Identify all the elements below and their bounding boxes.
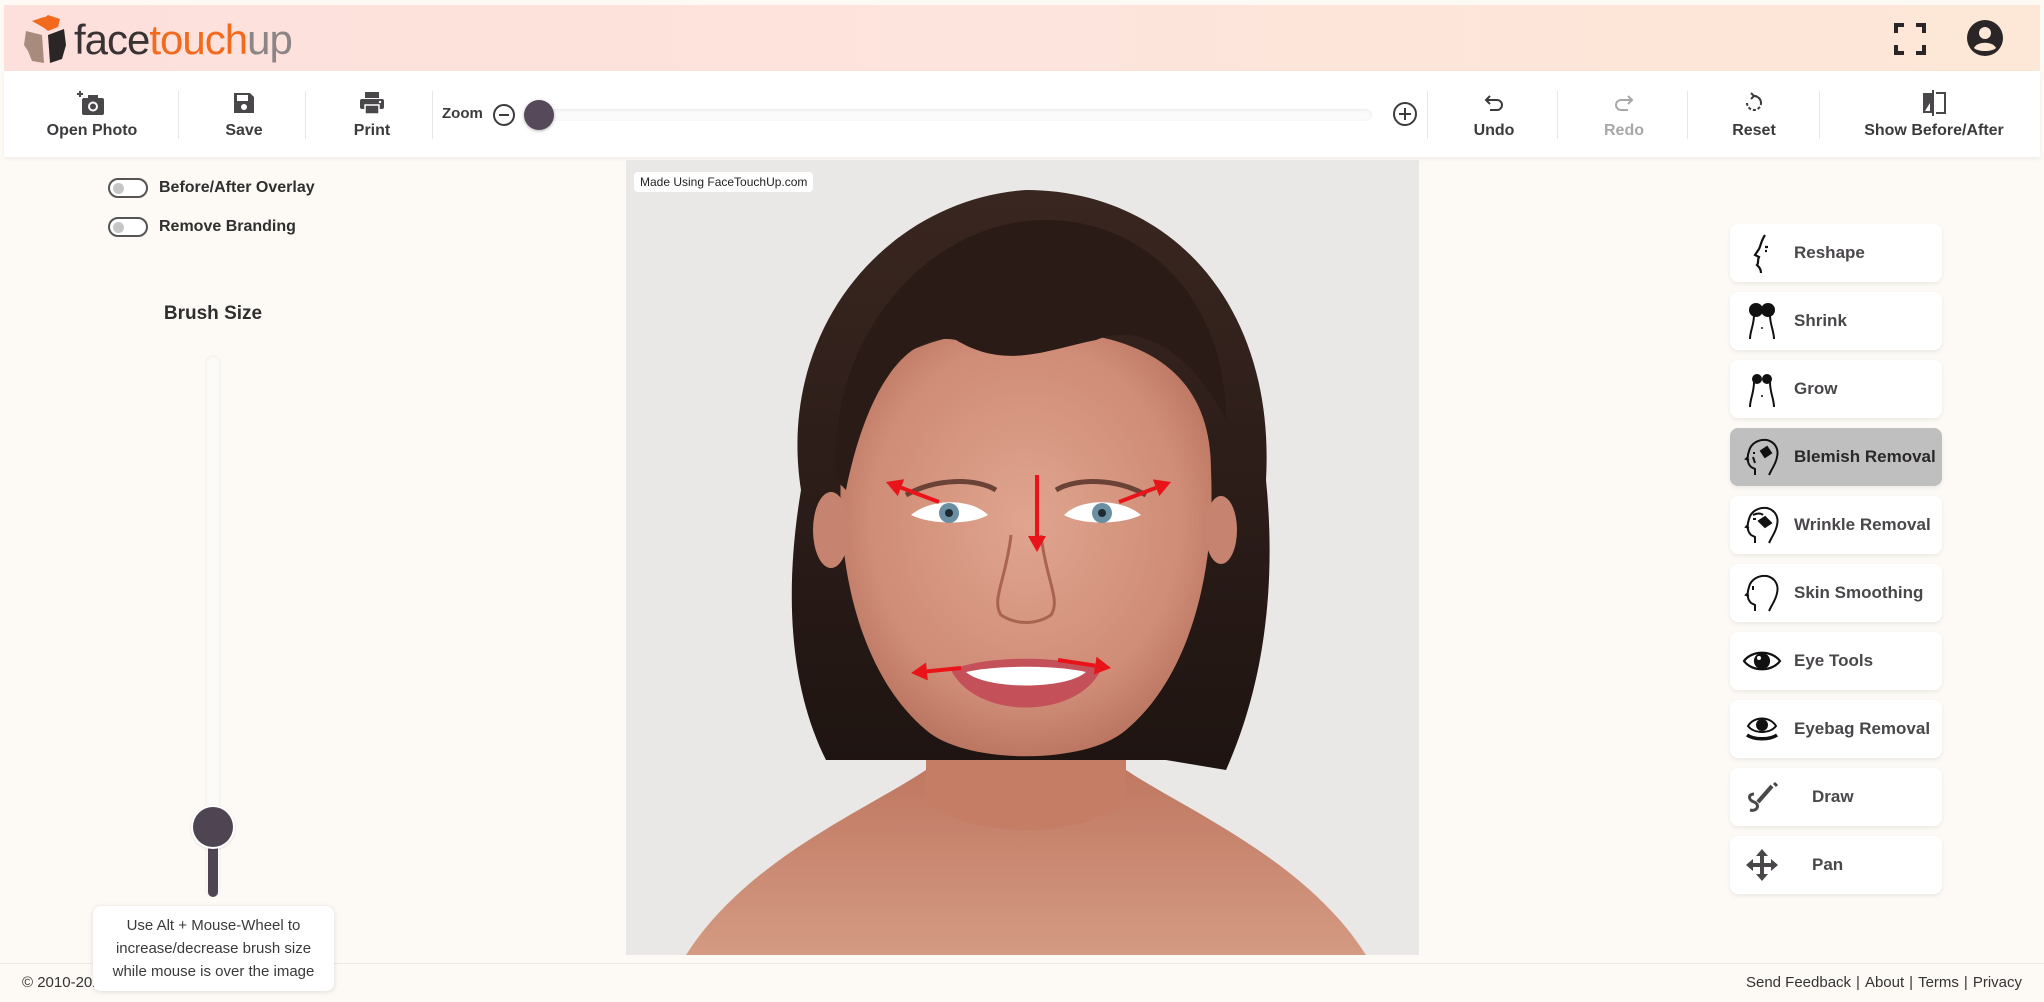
face-photo[interactable] <box>626 160 1419 955</box>
logo-mark-icon <box>22 15 70 65</box>
tool-label: Blemish Removal <box>1794 447 1936 466</box>
print-button[interactable]: Print <box>332 71 412 157</box>
tool-shrink[interactable]: Shrink <box>1730 292 1942 350</box>
tool-label: Draw <box>1812 787 1854 806</box>
save-icon <box>229 88 259 118</box>
blemish-head-icon <box>1742 437 1782 477</box>
zoom-slider-thumb[interactable] <box>524 100 554 130</box>
save-button[interactable]: Save <box>204 71 284 157</box>
tool-eyebag-removal[interactable]: Eyebag Removal <box>1730 700 1942 758</box>
brush-size-title: Brush Size <box>163 303 263 324</box>
tool-blemish-removal[interactable]: Blemish Removal <box>1730 428 1942 486</box>
toolbar-divider <box>305 91 306 139</box>
send-feedback-link[interactable]: Send Feedback <box>1746 974 1851 991</box>
zoom-slider[interactable] <box>524 100 1372 130</box>
undo-icon <box>1479 88 1509 118</box>
compare-icon <box>1919 88 1949 118</box>
toggle-switch[interactable] <box>108 217 148 237</box>
brush-size-slider[interactable] <box>193 355 233 897</box>
watermark: Made Using FaceTouchUp.com <box>634 172 814 192</box>
brush-size-tooltip: Use Alt + Mouse-Wheel to increase/decrea… <box>93 906 334 991</box>
face-profile-icon <box>1742 233 1782 273</box>
tool-reshape[interactable]: Reshape <box>1730 224 1942 282</box>
tool-wrinkle-removal[interactable]: Wrinkle Removal <box>1730 496 1942 554</box>
open-photo-button[interactable]: Open Photo <box>32 71 152 157</box>
toggle-switch[interactable] <box>108 178 148 198</box>
tool-label: Pan <box>1812 855 1844 874</box>
about-link[interactable]: About <box>1865 974 1904 991</box>
tool-label: Eyebag Removal <box>1794 719 1931 738</box>
wrinkle-head-icon <box>1742 505 1782 545</box>
zoom-in-icon[interactable] <box>1392 101 1418 127</box>
toolbar-divider <box>1687 91 1688 139</box>
tool-label: Grow <box>1794 379 1838 398</box>
logo-text: facetouchup <box>74 16 293 63</box>
toolbar-divider <box>1557 91 1558 139</box>
fullscreen-icon[interactable] <box>1892 21 1928 57</box>
right-ear <box>1205 496 1237 564</box>
eyebag-icon <box>1742 709 1782 749</box>
eye-icon <box>1742 641 1782 681</box>
tool-label: Skin Smoothing <box>1794 583 1924 602</box>
redo-icon <box>1609 88 1639 118</box>
zoom-out-icon[interactable] <box>492 103 516 127</box>
photo-canvas[interactable]: Made Using FaceTouchUp.com <box>626 160 1419 955</box>
show-before-after-button[interactable]: Show Before/After <box>1854 71 2014 157</box>
footer-separator: | <box>1909 974 1914 991</box>
footer-separator: | <box>1856 974 1860 991</box>
undo-button[interactable]: Undo <box>1454 71 1534 157</box>
tool-eye-tools[interactable]: Eye Tools <box>1730 632 1942 690</box>
before-after-overlay-toggle[interactable]: Before/After Overlay <box>108 178 315 198</box>
tool-draw[interactable]: Draw <box>1730 768 1942 826</box>
pencil-squiggle-icon <box>1742 777 1782 817</box>
head-outline-icon <box>1742 573 1782 613</box>
footer-links: Send Feedback | About | Terms | Privacy <box>1746 974 2022 991</box>
redo-button[interactable]: Redo <box>1584 71 1664 157</box>
tool-grow[interactable]: Grow <box>1730 360 1942 418</box>
reset-button[interactable]: Reset <box>1714 71 1794 157</box>
toolbar-divider <box>1427 91 1428 139</box>
terms-link[interactable]: Terms <box>1918 974 1959 991</box>
tool-pan[interactable]: Pan <box>1730 836 1942 894</box>
tool-label: Shrink <box>1794 311 1847 330</box>
toggle-knob <box>113 222 124 233</box>
toolbar-divider <box>432 91 433 139</box>
print-icon <box>357 88 387 118</box>
zoom-label: Zoom <box>442 105 483 122</box>
brush-size-thumb[interactable] <box>193 806 233 847</box>
remove-branding-toggle[interactable]: Remove Branding <box>108 217 296 237</box>
grow-icon <box>1742 369 1782 409</box>
shrink-icon <box>1742 301 1782 341</box>
toolbar: Open Photo Save Print Zoom Undo Redo Res… <box>4 71 2040 157</box>
tool-skin-smoothing[interactable]: Skin Smoothing <box>1730 564 1942 622</box>
logo[interactable]: facetouchup <box>22 15 293 65</box>
toolbar-divider <box>1819 91 1820 139</box>
tool-label: Reshape <box>1794 243 1865 262</box>
add-photo-icon <box>77 88 107 118</box>
tool-label: Eye Tools <box>1794 651 1874 670</box>
privacy-link[interactable]: Privacy <box>1973 974 2022 991</box>
app-header: facetouchup <box>4 5 2040 71</box>
tool-label: Wrinkle Removal <box>1794 515 1931 534</box>
account-circle-icon[interactable] <box>1966 19 2004 57</box>
toolbar-divider <box>178 91 179 139</box>
left-ear <box>813 492 849 568</box>
toggle-knob <box>113 183 124 194</box>
reset-icon <box>1739 88 1769 118</box>
move-arrows-icon <box>1742 845 1782 885</box>
footer-separator: | <box>1963 974 1968 991</box>
